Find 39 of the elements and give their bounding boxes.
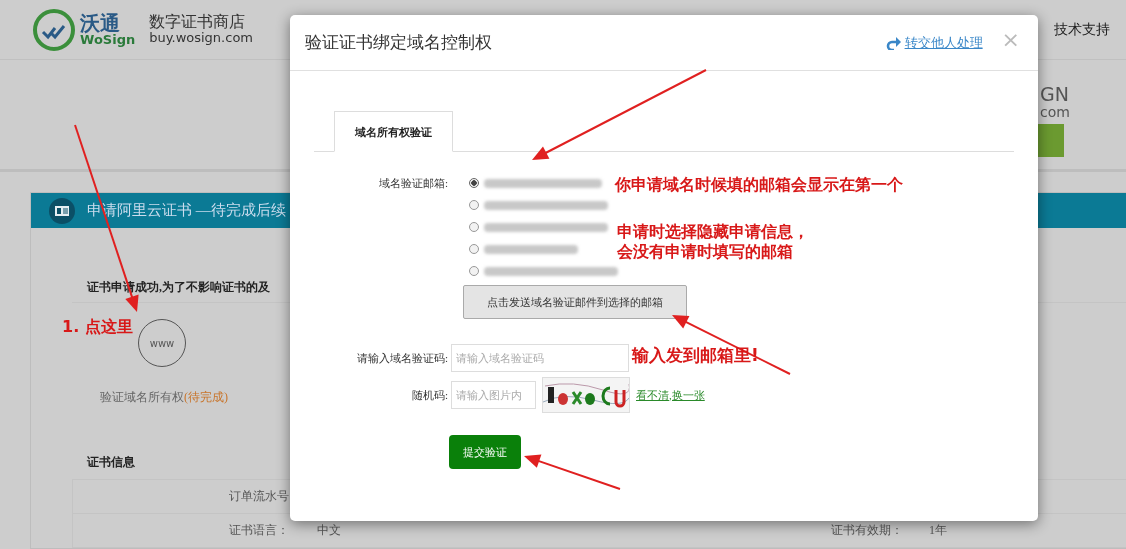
table-value: 1年: [929, 523, 947, 537]
table-label: 订单流水号: [229, 489, 289, 503]
logo-latin: WoSign: [80, 33, 136, 46]
refresh-captcha-link[interactable]: 看不清,换一张: [636, 387, 705, 403]
logo-icon: [32, 7, 76, 52]
nav-link[interactable]: 技术支持: [1054, 20, 1110, 39]
radio-button[interactable]: [469, 222, 479, 232]
store-name: 数字证书商店: [149, 14, 247, 32]
radio-button[interactable]: [469, 178, 479, 188]
brand-domain: com: [1040, 104, 1071, 121]
table-value: 中文: [317, 523, 341, 537]
table-label: 证书语言：: [229, 523, 289, 537]
store-domain: buy.wosign.com: [149, 31, 253, 45]
id-card-icon: [49, 197, 75, 224]
code-input[interactable]: 请输入域名验证码: [451, 344, 629, 372]
radio-button[interactable]: [469, 266, 479, 276]
download-button[interactable]: [1036, 124, 1064, 158]
handoff-link[interactable]: 转交他人处理: [904, 33, 983, 52]
annotation-text: 你申请域名时候填的邮箱会显示在第一个: [615, 175, 903, 195]
step-status: (待完成): [184, 390, 228, 404]
submit-button[interactable]: 提交验证: [449, 435, 521, 469]
send-email-button[interactable]: 点击发送域名验证邮件到选择的邮箱: [463, 285, 687, 319]
radio-button[interactable]: [469, 200, 479, 210]
section-heading: 证书信息: [87, 454, 136, 471]
redo-arrow-icon: [885, 35, 902, 50]
brand-text: GN: [1040, 84, 1070, 105]
modal-title: 验证证书绑定域名控制权: [305, 32, 492, 54]
annotation-text: 申请时选择隐藏申请信息，: [617, 222, 809, 242]
annotation-text: 会没有申请时填写的邮箱: [617, 242, 793, 262]
radio-button[interactable]: [469, 244, 479, 254]
table-label: 证书有效期：: [831, 522, 903, 539]
step-label: 验证域名所有权: [100, 390, 184, 404]
field-label: 域名验证邮箱:: [378, 177, 448, 189]
annotation-text: 1. 点这里: [62, 317, 133, 337]
field-label: 请输入域名验证码:: [356, 351, 448, 364]
captcha-input[interactable]: 请输入图片内: [451, 381, 536, 409]
logo-name: 沃通: [80, 13, 120, 33]
tab[interactable]: 域名所有权验证: [334, 111, 453, 152]
field-label: 随机码:: [411, 388, 448, 401]
